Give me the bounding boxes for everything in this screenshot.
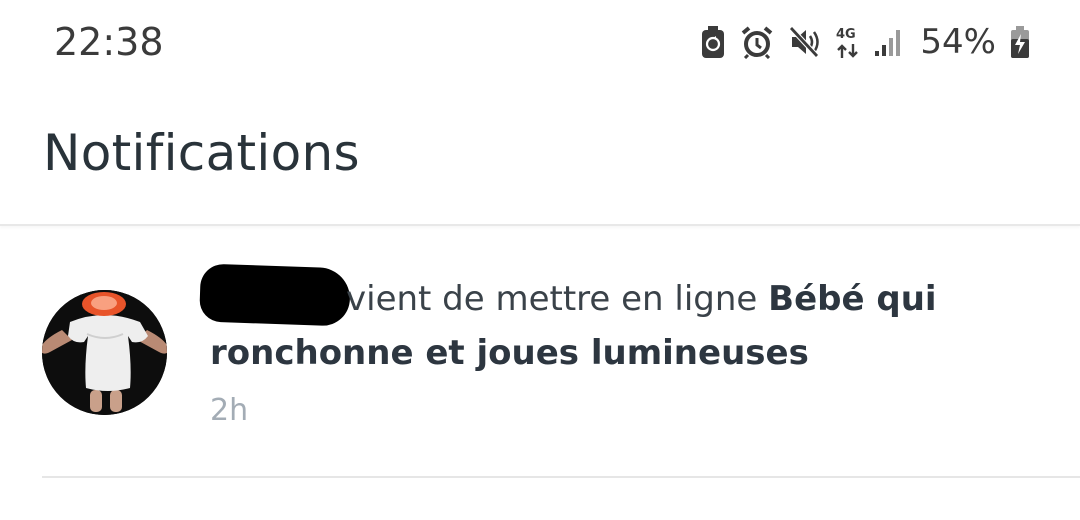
signal-icon bbox=[874, 27, 904, 57]
baby-doll-avatar bbox=[42, 290, 167, 415]
notification-item[interactable]: vient de mettre en ligne Bébé qui roncho… bbox=[0, 228, 1080, 478]
status-time: 22:38 bbox=[54, 20, 164, 64]
status-bar: 22:38 4G 54% bbox=[0, 0, 1080, 84]
notification-action-text: vient de mettre en ligne bbox=[346, 279, 769, 319]
status-icons: 4G 54% bbox=[700, 22, 1030, 62]
svg-text:4G: 4G bbox=[836, 27, 856, 42]
alarm-icon bbox=[740, 25, 774, 59]
divider bbox=[42, 476, 1080, 478]
battery-percent: 54% bbox=[920, 22, 996, 62]
notification-text: vient de mettre en ligne Bébé qui roncho… bbox=[210, 272, 1030, 380]
page-header: Notifications bbox=[0, 84, 1080, 226]
notification-time: 2h bbox=[210, 393, 249, 428]
charging-battery-icon bbox=[1010, 25, 1030, 59]
battery-saver-icon bbox=[700, 25, 726, 59]
mute-icon bbox=[788, 25, 822, 59]
page-title: Notifications bbox=[43, 124, 360, 182]
network-4g-icon: 4G bbox=[836, 24, 860, 60]
